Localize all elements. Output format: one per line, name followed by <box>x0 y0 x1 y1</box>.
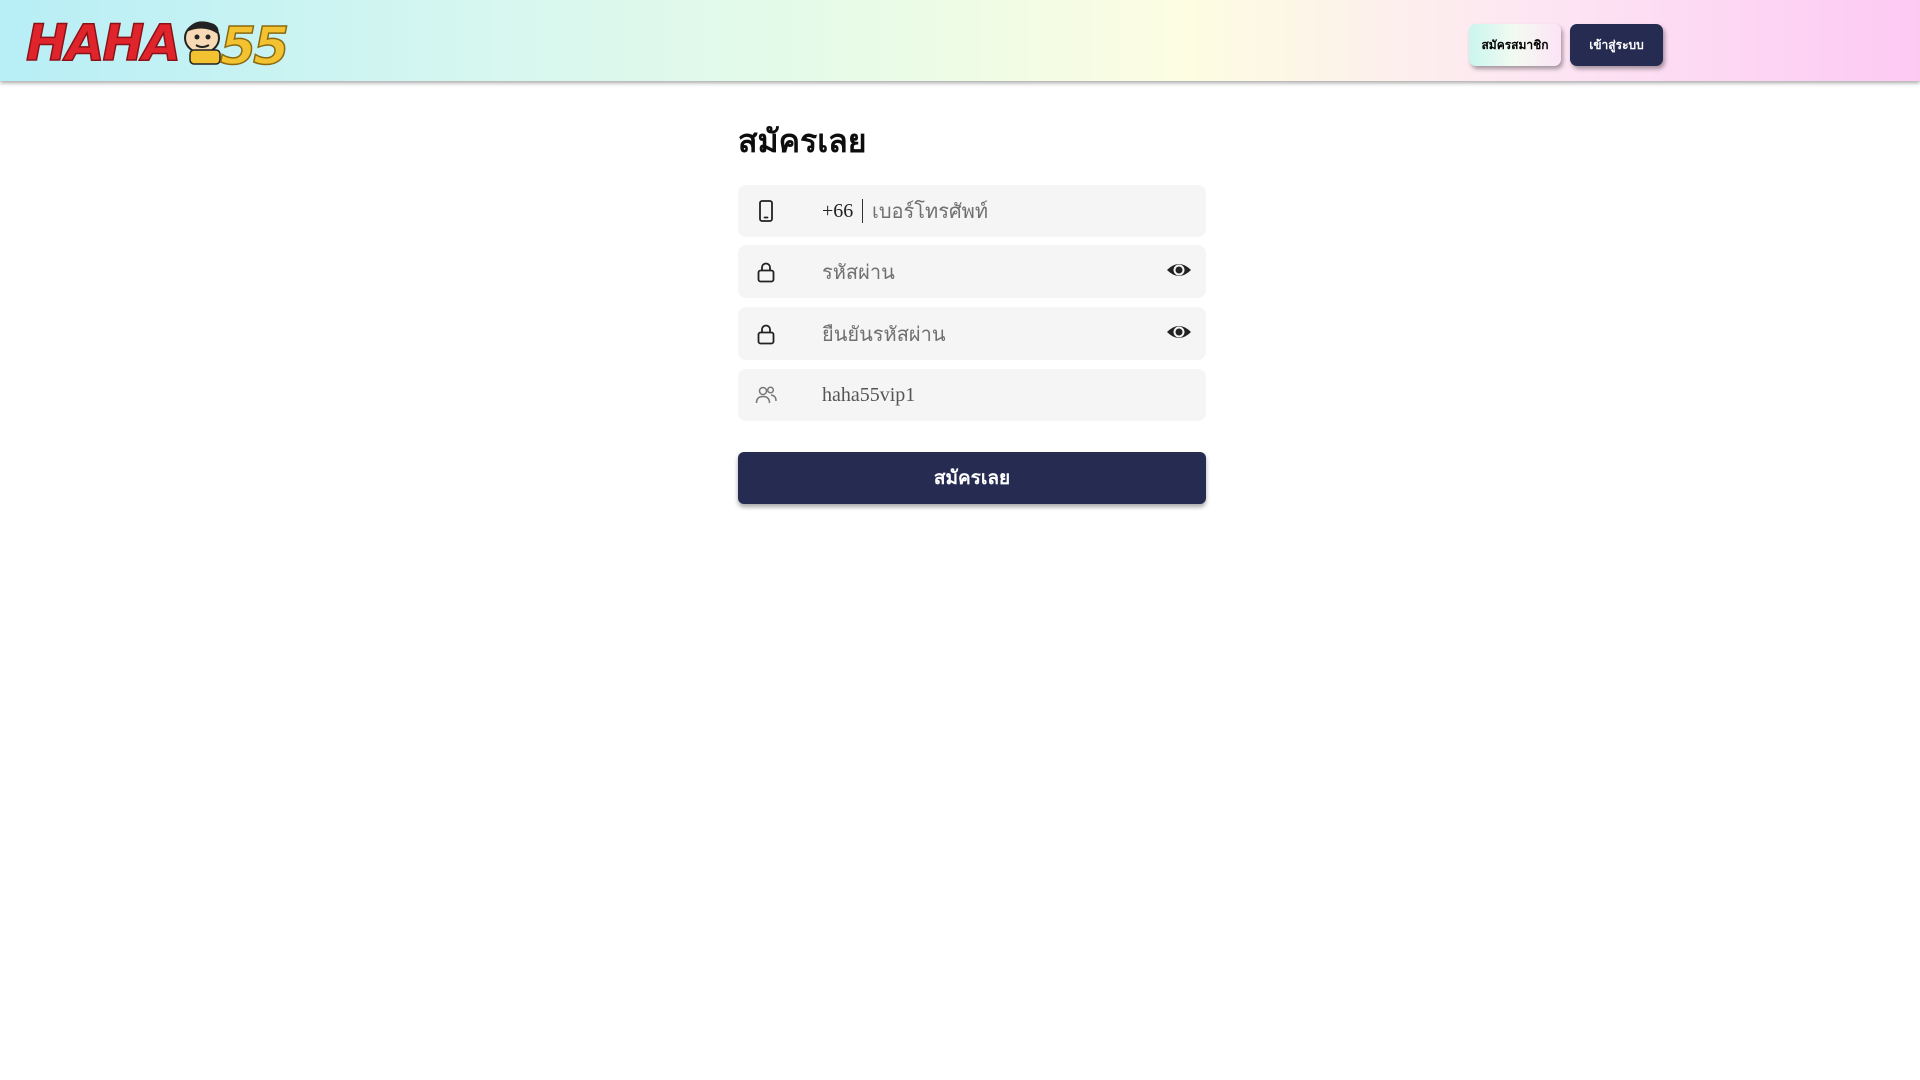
eye-icon[interactable] <box>1166 257 1192 283</box>
register-button[interactable]: สมัครสมาชิก <box>1469 24 1561 66</box>
users-icon <box>754 383 778 407</box>
lock-icon <box>754 322 778 346</box>
referral-code-input[interactable]: haha55vip1 <box>822 369 915 421</box>
confirm-password-field[interactable]: ยืนยันรหัสผ่าน <box>738 307 1206 360</box>
password-input[interactable]: รหัสผ่าน <box>822 245 895 298</box>
haha55-logo-graphic: HAHA 55 <box>25 13 291 70</box>
page-title: สมัครเลย <box>738 122 867 160</box>
phone-field[interactable]: +66 เบอร์โทรศัพท์ <box>738 185 1206 237</box>
password-field[interactable]: รหัสผ่าน <box>738 245 1206 298</box>
svg-text:55: 55 <box>220 17 287 70</box>
eye-icon[interactable] <box>1166 319 1192 345</box>
referral-field[interactable]: haha55vip1 <box>738 369 1206 421</box>
country-code-prefix: +66 <box>822 199 854 222</box>
confirm-password-input[interactable]: ยืนยันรหัสผ่าน <box>822 307 946 360</box>
site-logo[interactable]: HAHA 55 <box>24 10 302 70</box>
svg-text:HAHA: HAHA <box>26 14 179 70</box>
top-navigation-bar: HAHA 55 สมัครสมาชิก เข้าสู่ระบบ <box>0 0 1920 81</box>
smartphone-icon <box>754 199 778 223</box>
submit-register-button[interactable]: สมัครเลย <box>738 452 1206 504</box>
lock-icon <box>754 260 778 284</box>
login-button[interactable]: เข้าสู่ระบบ <box>1570 24 1663 66</box>
prefix-divider <box>862 199 863 223</box>
phone-input[interactable]: เบอร์โทรศัพท์ <box>872 185 988 237</box>
cartoon-mascot-icon <box>184 21 221 65</box>
